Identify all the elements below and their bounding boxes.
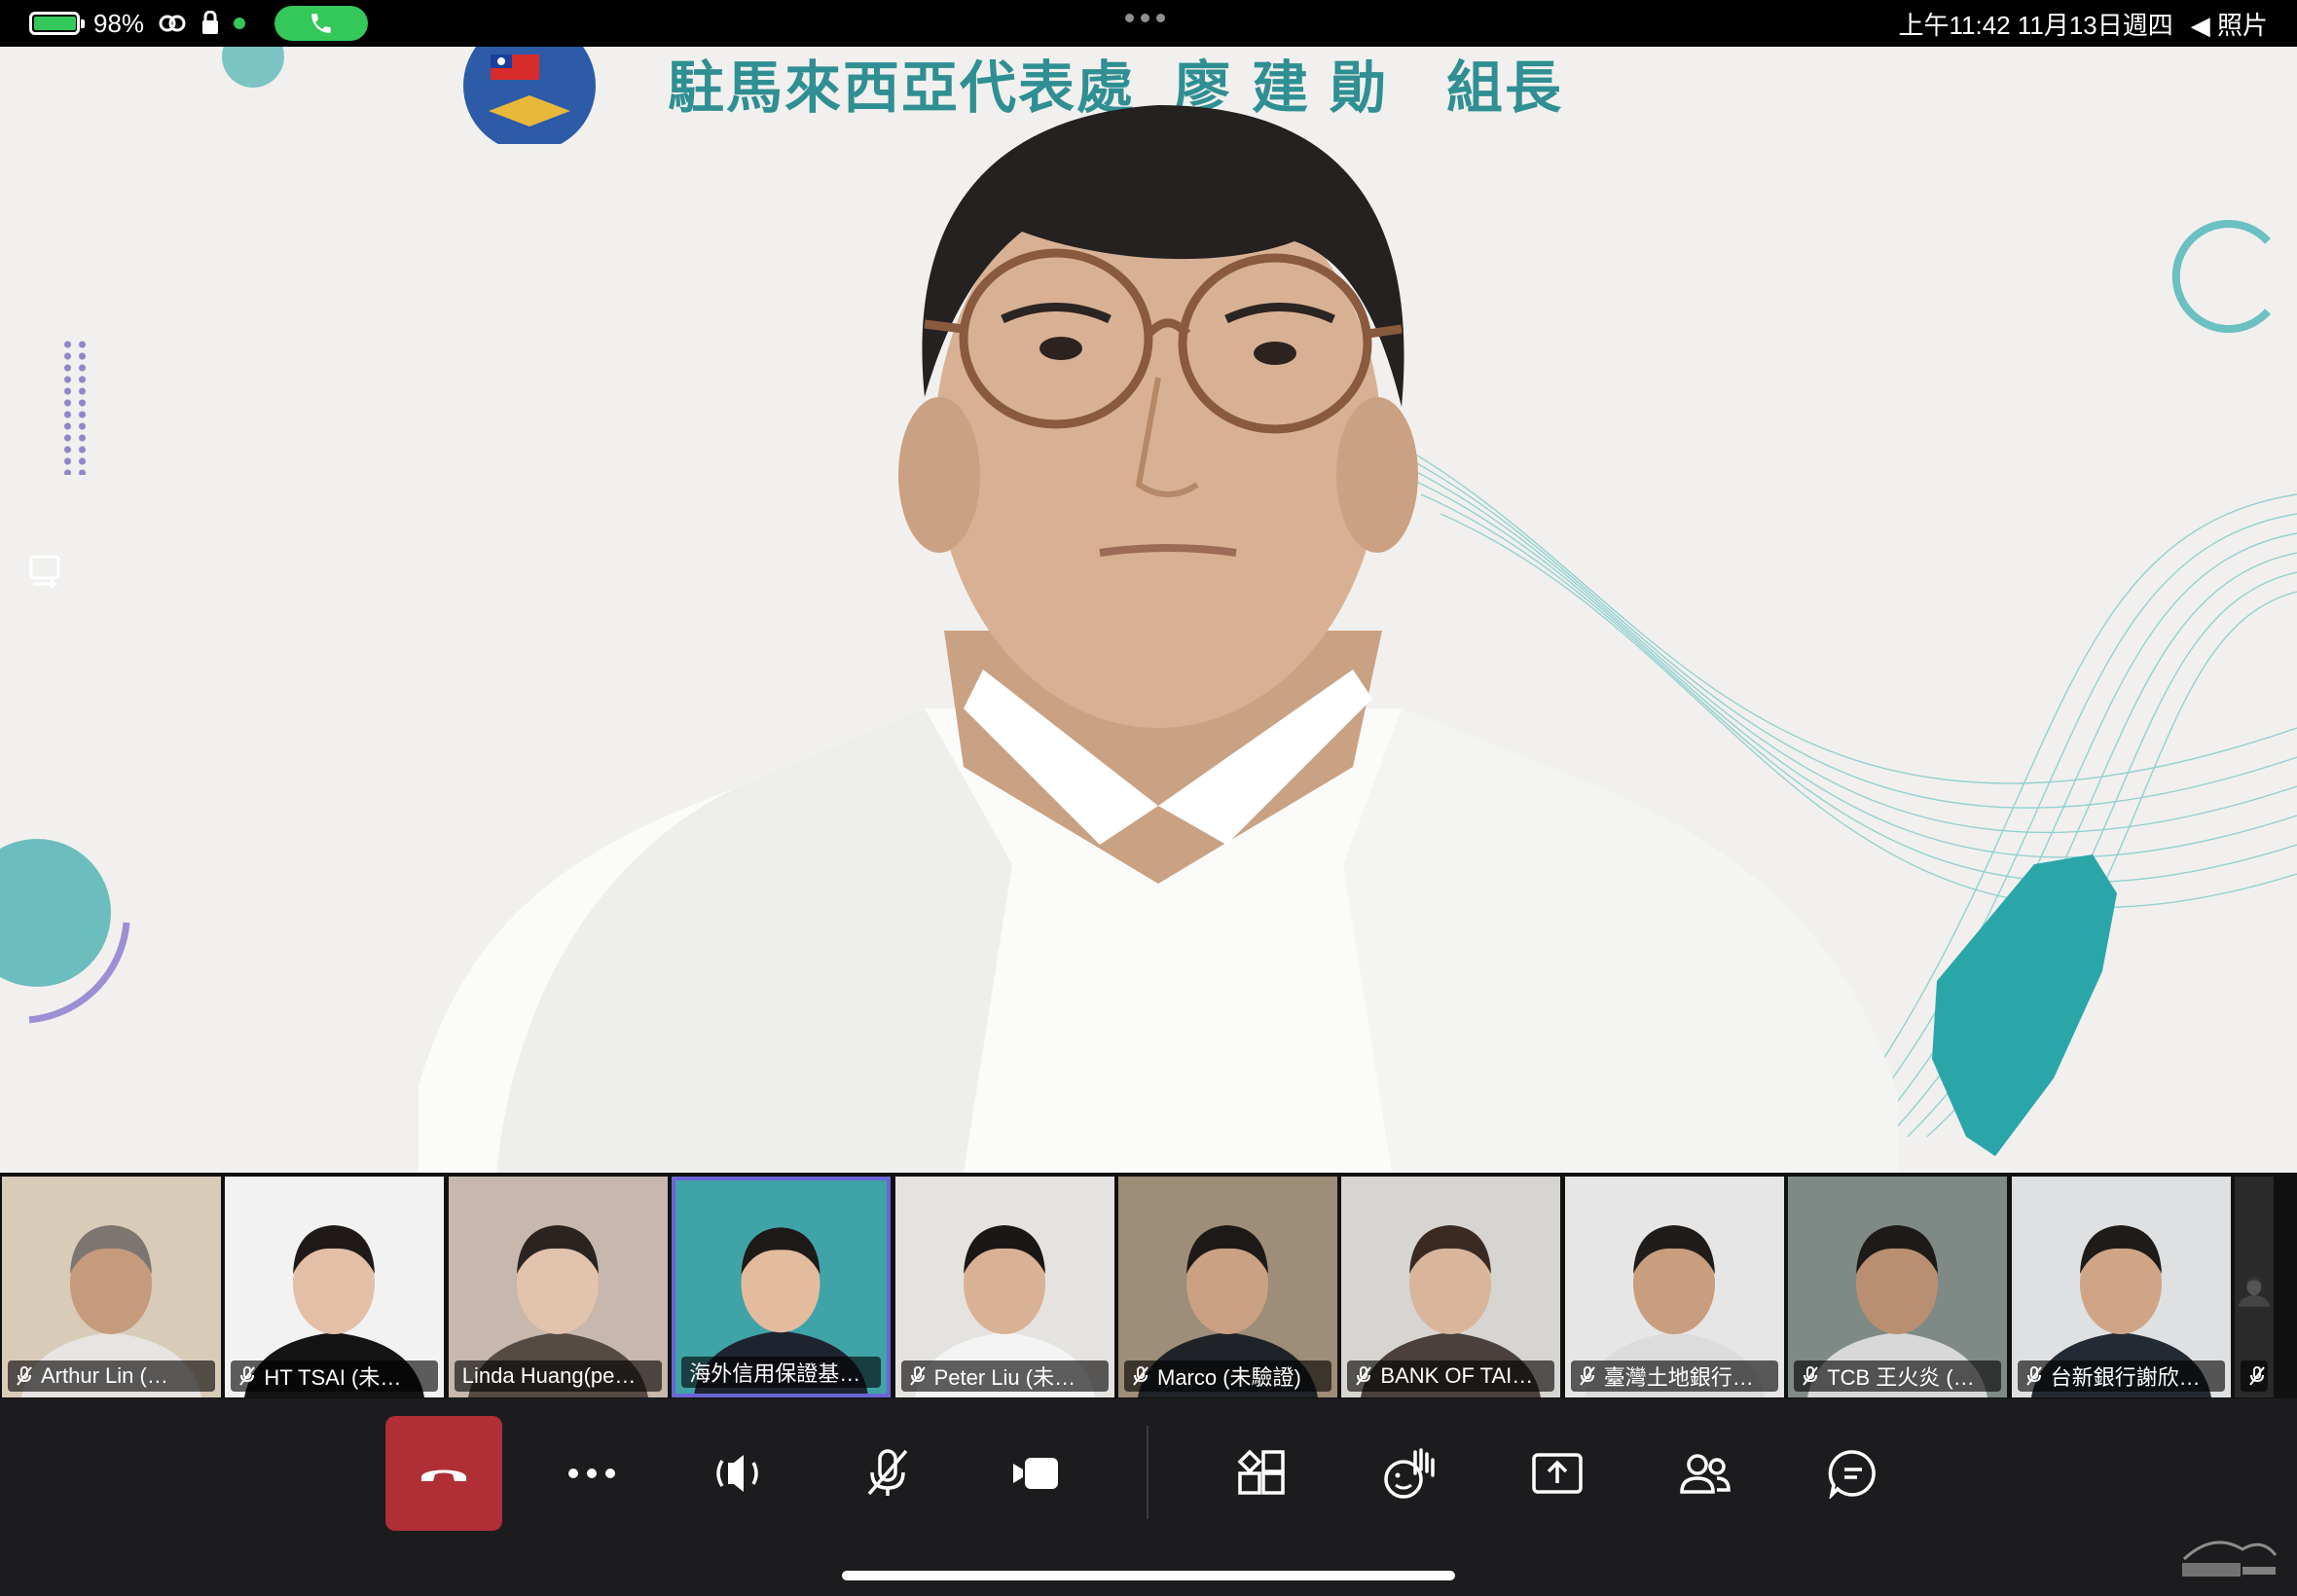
speaker-icon bbox=[716, 1455, 758, 1492]
datetime: 上午11:42 11月13日週四 bbox=[1898, 10, 2173, 40]
toolbar-divider bbox=[1147, 1426, 1148, 1519]
chat-button[interactable] bbox=[1795, 1416, 1912, 1531]
camera-button[interactable] bbox=[977, 1416, 1094, 1531]
battery-level bbox=[34, 17, 77, 30]
camera-icon bbox=[1013, 1458, 1058, 1489]
status-right: 上午11:42 11月13日週四 ◀ 照片 bbox=[1898, 6, 2268, 41]
screen-rotate-icon[interactable] bbox=[23, 551, 66, 594]
status-left: 98% bbox=[29, 6, 369, 41]
participant-label: TCB 王火炎 (… bbox=[1794, 1360, 2002, 1392]
mic-muted-icon bbox=[239, 1366, 256, 1386]
participant-label: Peter Liu (未… bbox=[900, 1360, 1109, 1392]
participant-tile[interactable]: Marco (未驗證) bbox=[1118, 1177, 1337, 1397]
participant-tile[interactable]: Linda Huang(pe… bbox=[448, 1177, 668, 1397]
participant-name: Peter Liu (未… bbox=[933, 1365, 1076, 1390]
audio-output-button[interactable] bbox=[681, 1416, 798, 1531]
view-layout-button[interactable] bbox=[1203, 1416, 1320, 1531]
speaker-figure bbox=[419, 105, 1898, 1173]
participant-tile[interactable]: HT TSAI (未… bbox=[225, 1177, 445, 1397]
lock-rotation-icon bbox=[202, 11, 219, 34]
link-icon bbox=[159, 15, 186, 32]
participant-label: BANK OF TAI… bbox=[1347, 1360, 1555, 1392]
hang-up-icon bbox=[421, 1469, 466, 1481]
mic-muted-icon bbox=[1580, 1366, 1595, 1386]
phone-icon bbox=[311, 14, 331, 33]
share-icon bbox=[1532, 1453, 1583, 1494]
react-button[interactable] bbox=[1351, 1416, 1468, 1531]
mic-muted-icon bbox=[17, 1366, 32, 1386]
participant-label: … bbox=[2241, 1360, 2268, 1392]
watermark-logo bbox=[2182, 1541, 2278, 1577]
decorative-dots bbox=[60, 339, 90, 475]
mic-muted-icon bbox=[2249, 1366, 2265, 1386]
hang-up-button[interactable] bbox=[385, 1416, 502, 1531]
participant-name: TCB 王火炎 (… bbox=[1827, 1365, 1975, 1390]
mic-muted-icon bbox=[1803, 1366, 1818, 1386]
mic-off-icon bbox=[867, 1449, 908, 1496]
participant-tile[interactable]: 台新銀行謝欣… bbox=[2011, 1177, 2231, 1397]
participants-button[interactable] bbox=[1647, 1416, 1764, 1531]
home-indicator[interactable] bbox=[842, 1571, 1455, 1580]
mic-muted-icon bbox=[1133, 1366, 1148, 1386]
status-bar: 98% 上午11:42 11月13日週四 ◀ 照片 bbox=[0, 0, 2297, 47]
main-speaker-video[interactable]: 駐馬來西亞代表處 廖建勛 組長 bbox=[0, 47, 2297, 1173]
participant-name: 海外信用保證基… bbox=[689, 1361, 861, 1386]
participant-label: 海外信用保證基… bbox=[681, 1357, 882, 1388]
share-screen-button[interactable] bbox=[1499, 1416, 1616, 1531]
participant-name: Marco (未驗證) bbox=[1157, 1365, 1301, 1390]
mic-muted-icon bbox=[909, 1366, 926, 1386]
participant-tile[interactable]: 臺灣土地銀行… bbox=[1564, 1177, 1784, 1397]
active-call-pill[interactable] bbox=[274, 6, 369, 41]
participant-tile[interactable]: 海外信用保證基… bbox=[672, 1177, 892, 1397]
participant-strip: Arthur Lin (… HT TSAI (未… Linda Huang(pe… 海… bbox=[0, 1173, 2297, 1398]
participant-label: Marco (未驗證) bbox=[1124, 1360, 1331, 1392]
layout-icon bbox=[1237, 1449, 1285, 1495]
reaction-hand-icon bbox=[1384, 1448, 1435, 1499]
participant-name: 台新銀行謝欣… bbox=[2050, 1365, 2201, 1390]
camera-indicator-dot bbox=[234, 18, 246, 29]
participant-name: 臺灣土地銀行… bbox=[1603, 1365, 1754, 1390]
chat-icon bbox=[1828, 1450, 1876, 1499]
battery-icon bbox=[29, 12, 85, 35]
participant-tile[interactable]: BANK OF TAI… bbox=[1341, 1177, 1561, 1397]
mic-muted-icon bbox=[1356, 1366, 1372, 1386]
participant-tile[interactable]: TCB 王火炎 (… bbox=[1788, 1177, 2008, 1397]
participant-tile[interactable]: … bbox=[2235, 1177, 2274, 1397]
more-options-button[interactable] bbox=[533, 1416, 650, 1531]
participant-name: Arthur Lin (… bbox=[41, 1363, 168, 1388]
battery-percent: 98% bbox=[93, 8, 145, 38]
participant-tile[interactable]: Peter Liu (未… bbox=[894, 1177, 1114, 1397]
meeting-toolbar bbox=[0, 1398, 2297, 1596]
participant-name: BANK OF TAI… bbox=[1380, 1363, 1534, 1388]
participant-name: Linda Huang(pe… bbox=[461, 1363, 637, 1388]
participant-label: HT TSAI (未… bbox=[231, 1360, 439, 1392]
multitasking-dots[interactable] bbox=[1125, 14, 1165, 22]
participant-label: 台新銀行謝欣… bbox=[2017, 1360, 2225, 1392]
participant-label: Linda Huang(pe… bbox=[454, 1360, 662, 1392]
participant-label: 臺灣土地銀行… bbox=[1570, 1360, 1778, 1392]
more-icon bbox=[568, 1469, 615, 1478]
participant-label: Arthur Lin (… bbox=[8, 1360, 215, 1392]
back-to-app-link[interactable]: ◀ 照片 bbox=[2191, 6, 2268, 42]
mute-button[interactable] bbox=[829, 1416, 946, 1531]
participant-tile[interactable]: Arthur Lin (… bbox=[2, 1177, 221, 1397]
people-icon bbox=[1680, 1454, 1731, 1494]
participant-name: HT TSAI (未… bbox=[264, 1365, 402, 1390]
mic-muted-icon bbox=[2025, 1366, 2042, 1386]
